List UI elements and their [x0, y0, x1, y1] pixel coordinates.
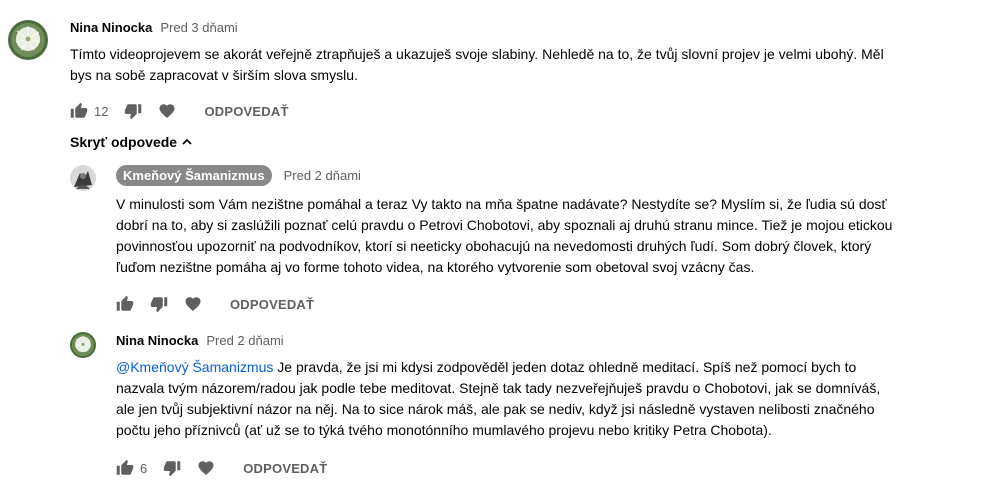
- reply-text: @Kmeňový Šamanizmus Je pravda, že jsi mi…: [116, 357, 880, 441]
- dandelion-avatar-image: [8, 20, 48, 60]
- comment-actions: 12 ODPOVEDAŤ: [70, 99, 289, 123]
- reply-button[interactable]: ODPOVEDAŤ: [243, 461, 327, 476]
- reply-button[interactable]: ODPOVEDAŤ: [230, 297, 314, 312]
- avatar[interactable]: [70, 165, 96, 191]
- heart-icon[interactable]: [158, 102, 176, 120]
- thumb-up-icon[interactable]: [116, 459, 134, 477]
- mention-link[interactable]: @Kmeňový Šamanizmus: [116, 359, 273, 375]
- thumb-up-icon[interactable]: [116, 295, 134, 313]
- hide-replies-toggle[interactable]: Skryť odpovede: [70, 134, 193, 150]
- reply-line-rest: Je pravda, že jsi mi kdysi zodpověděl je…: [273, 359, 857, 375]
- thumb-up-icon[interactable]: [70, 102, 88, 120]
- reply-actions: 6 ODPOVEDAŤ: [116, 456, 327, 480]
- reply-line: ale jen tvůj subjektivní názor na něj. N…: [116, 401, 875, 417]
- heart-icon[interactable]: [184, 295, 202, 313]
- like-count: 6: [140, 460, 148, 476]
- hide-replies-label: Skryť odpovede: [70, 134, 178, 150]
- avatar[interactable]: [70, 332, 96, 358]
- reply-line: počtu jeho příznivců (ať už se to týká t…: [116, 422, 772, 438]
- reply-button[interactable]: ODPOVEDAŤ: [204, 104, 288, 119]
- like-count: 12: [94, 103, 109, 119]
- comment-line: bys na sobě zapracovat v širším slova sm…: [70, 67, 358, 83]
- thumb-down-icon[interactable]: [124, 102, 142, 120]
- reply-line: @Kmeňový Šamanizmus Je pravda, že jsi mi…: [116, 357, 880, 378]
- reply-line: V minulosti som Vám nezištne pomáhal a t…: [116, 196, 887, 212]
- thumb-down-icon[interactable]: [150, 295, 168, 313]
- reply-time[interactable]: Pred 2 dňami: [284, 168, 361, 183]
- avatar[interactable]: [8, 20, 48, 60]
- reply-line: nazvala tvým názorem/radou jak podle teb…: [116, 380, 881, 396]
- thumb-down-icon[interactable]: [163, 459, 181, 477]
- chevron-up-icon: [182, 138, 192, 145]
- dandelion-avatar-image: [70, 332, 96, 358]
- comment-line: Tímto videoprojevem se akorát veřejně zt…: [70, 46, 884, 62]
- reply-line: povinnosťou upozorniť na podvodníkov, kt…: [116, 238, 872, 254]
- channel-owner-badge[interactable]: Kmeňový Šamanizmus: [116, 165, 272, 186]
- shaman-avatar-image: [70, 165, 96, 191]
- reply-line: ľuďom nezištne pomáha aj vo forme tohoto…: [116, 259, 755, 275]
- reply-actions: ODPOVEDAŤ: [116, 292, 314, 316]
- comment-text: Tímto videoprojevem se akorát veřejně zt…: [70, 44, 884, 86]
- comment-author[interactable]: Nina Ninocka: [70, 20, 152, 35]
- reply-line: dobrí na to, aby si zaslúžili poznať cel…: [116, 217, 893, 233]
- reply-author[interactable]: Nina Ninocka: [116, 333, 198, 348]
- reply-text: V minulosti som Vám nezištne pomáhal a t…: [116, 194, 892, 278]
- comment-time[interactable]: Pred 3 dňami: [160, 20, 237, 35]
- reply-time[interactable]: Pred 2 dňami: [206, 333, 283, 348]
- heart-icon[interactable]: [197, 459, 215, 477]
